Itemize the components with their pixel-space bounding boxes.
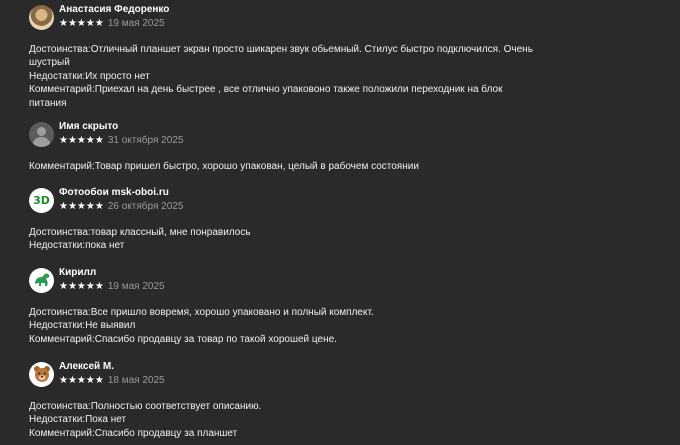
review-header: Алексей М. ★★★★★ 18 мая 2025 — [29, 361, 550, 387]
review-date: 19 мая 2025 — [107, 280, 165, 292]
review-body: Достоинства:Все пришло вовремя, хорошо у… — [29, 306, 550, 346]
3d-logo-icon[interactable]: 3D — [29, 187, 54, 213]
review-header: Имя скрыто ★★★★★ 31 октября 2025 — [29, 121, 550, 147]
review-author[interactable]: Кирилл — [59, 267, 165, 279]
review-text-line: Достоинства:Все пришло вовремя, хорошо у… — [29, 307, 374, 318]
review-date: 26 октября 2025 — [107, 200, 184, 212]
review-header: 3D Фотообои msk-oboi.ru ★★★★★ 26 октября… — [29, 187, 550, 213]
review-text-line: питания — [29, 97, 67, 109]
anonymous-user-icon — [29, 121, 54, 147]
review-text-line: Комментарий:Товар пришел быстро, хорошо … — [29, 161, 419, 172]
review-author[interactable]: Фотообои msk-oboi.ru — [59, 187, 183, 199]
review-item: Кирилл ★★★★★ 19 мая 2025 Достоинства:Все… — [29, 267, 550, 346]
review-header: Анастасия Федоренко ★★★★★ 19 мая 2025 — [29, 4, 550, 30]
review-author[interactable]: Имя скрыто — [59, 121, 183, 133]
review-body: Комментарий:Товар пришел быстро, хорошо … — [29, 160, 550, 173]
dinosaur-icon[interactable] — [29, 267, 54, 293]
review-item: 3D Фотообои msk-oboi.ru ★★★★★ 26 октября… — [29, 187, 550, 253]
review-text-line: Комментарий:Приехал на день быстрее , вс… — [29, 84, 503, 96]
review-item: Анастасия Федоренко ★★★★★ 19 мая 2025 До… — [29, 4, 550, 110]
review-author[interactable]: Анастасия Федоренко — [59, 4, 169, 16]
review-header: Кирилл ★★★★★ 19 мая 2025 — [29, 267, 550, 293]
review-item: Имя скрыто ★★★★★ 31 октября 2025 Коммент… — [29, 121, 550, 173]
rating-stars: ★★★★★ — [59, 280, 104, 292]
review-body: Достоинства:Полностью соответствует опис… — [29, 400, 550, 440]
review-item: Алексей М. ★★★★★ 18 мая 2025 Достоинства… — [29, 361, 550, 440]
review-date: 18 мая 2025 — [107, 374, 165, 386]
review-date: 31 октября 2025 — [107, 134, 184, 146]
review-body: Достоинства:Отличный планшет экран прост… — [29, 43, 550, 110]
review-text-line: Недостатки:Пока нет — [29, 414, 127, 426]
review-text-line: Недостатки:пока нет — [29, 240, 125, 252]
review-text-line: шустрый — [29, 57, 70, 69]
rating-stars: ★★★★★ — [59, 200, 104, 212]
review-author[interactable]: Алексей М. — [59, 361, 165, 373]
bear-icon[interactable] — [29, 361, 54, 387]
user-photo-icon[interactable] — [29, 4, 54, 30]
review-text-line: Достоинства:товар классный, мне понравил… — [29, 227, 251, 238]
review-text-line: Комментарий:Спасибо продавцу за планшет — [29, 427, 238, 439]
review-text-line: Комментарий:Спасибо продавцу за товар по… — [29, 333, 337, 345]
review-text-line: Недостатки:Их просто нет — [29, 70, 150, 82]
review-body: Достоинства:товар классный, мне понравил… — [29, 226, 550, 253]
reviews-feed: Анастасия Федоренко ★★★★★ 19 мая 2025 До… — [0, 0, 680, 445]
rating-stars: ★★★★★ — [59, 134, 104, 146]
review-text-line: Недостатки:Не выявил — [29, 320, 136, 332]
review-date: 19 мая 2025 — [107, 17, 165, 29]
review-text-line: Достоинства:Полностью соответствует опис… — [29, 401, 262, 412]
review-text-line: Достоинства:Отличный планшет экран прост… — [29, 44, 533, 55]
rating-stars: ★★★★★ — [59, 374, 104, 386]
rating-stars: ★★★★★ — [59, 17, 104, 29]
